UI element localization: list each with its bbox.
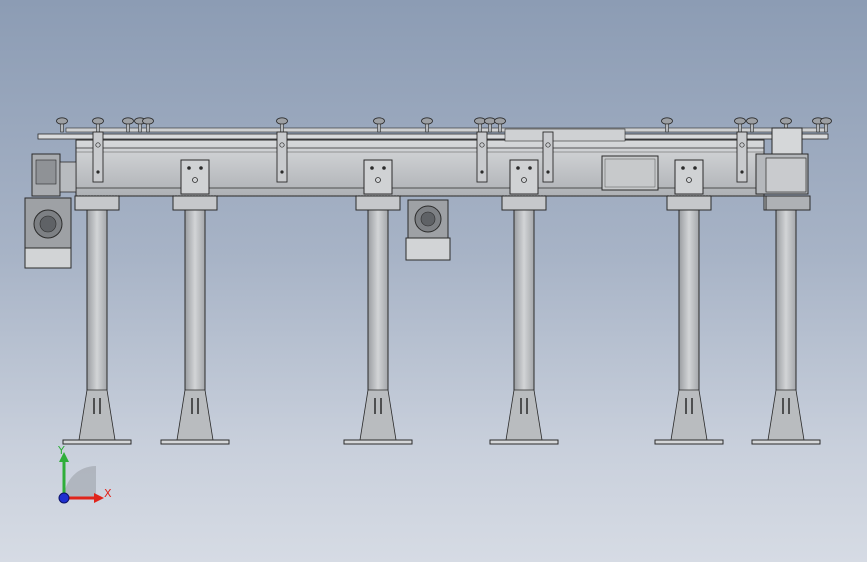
left-drive-motor [24, 153, 77, 269]
guide-bracket [92, 131, 104, 183]
triad-arc-icon [64, 466, 96, 498]
leg-mount-plate [363, 159, 393, 195]
x-axis-arrowhead-icon [94, 493, 104, 503]
leg-mount-plate [509, 159, 539, 195]
support-leg [160, 195, 230, 445]
y-axis-label: Y [57, 444, 65, 457]
support-leg [62, 195, 132, 445]
guide-bracket [276, 131, 288, 183]
guide-bracket [542, 131, 554, 183]
leg-mount-plate [180, 159, 210, 195]
guide-bracket [476, 131, 488, 183]
guide-bracket [736, 131, 748, 183]
coordinate-triad: Y X [57, 444, 112, 504]
support-leg [654, 195, 724, 445]
x-axis-label: X [104, 487, 112, 500]
top-guide-rail [37, 127, 829, 140]
support-leg [751, 195, 821, 445]
support-leg [343, 195, 413, 445]
z-axis-dot-icon [58, 492, 70, 504]
leg-mount-plate [674, 159, 704, 195]
frame-access-window [601, 155, 659, 191]
center-drive-motor [405, 199, 451, 261]
conveyor-model[interactable]: Y X [0, 0, 867, 562]
cad-viewport[interactable]: Y X [0, 0, 867, 562]
support-leg [489, 195, 559, 445]
